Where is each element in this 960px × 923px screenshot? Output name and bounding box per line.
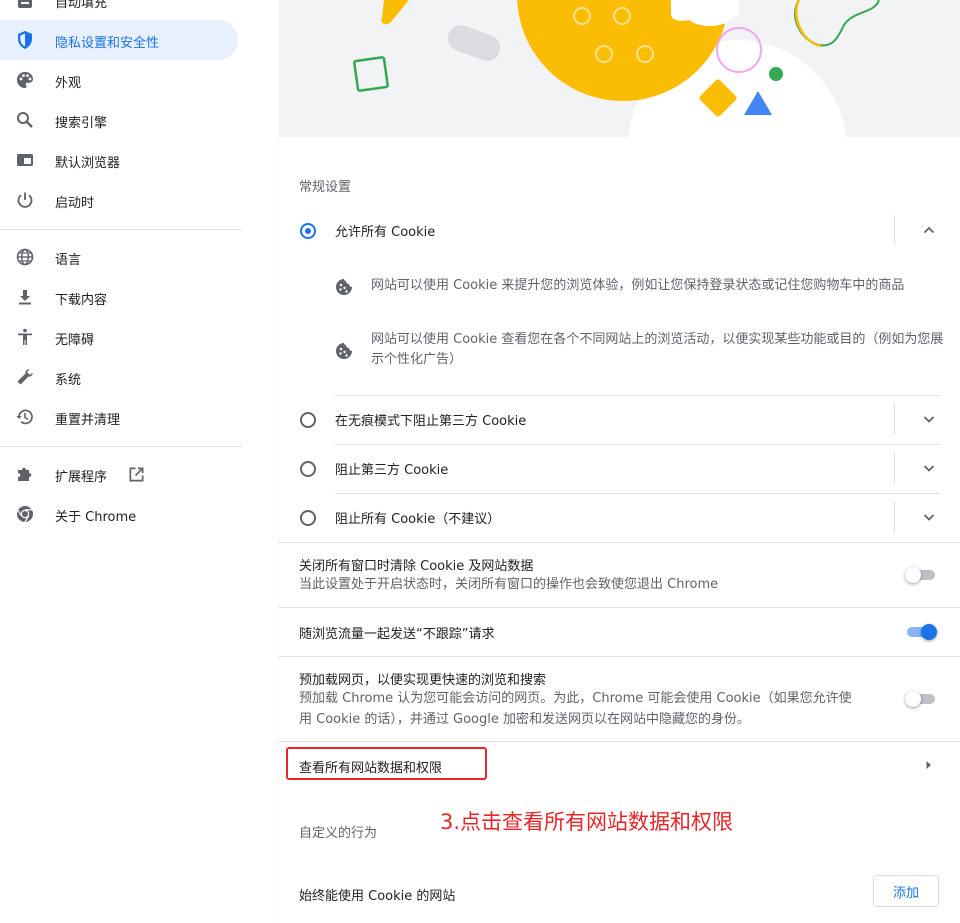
chevron-down-icon[interactable] — [920, 459, 938, 477]
sidebar-item-label: 隐私设置和安全性 — [55, 36, 160, 51]
sidebar-item-label: 默认浏览器 — [55, 156, 121, 171]
separator — [894, 404, 895, 434]
sidebar-item-default-browser[interactable]: 默认浏览器 — [0, 140, 238, 180]
sidebar-item-downloads[interactable]: 下载内容 — [0, 277, 238, 317]
radio-label: 在无痕模式下阻止第三方 Cookie — [335, 414, 527, 429]
sidebar-item-label: 语言 — [55, 253, 82, 268]
sidebar-item-languages[interactable]: 语言 — [0, 237, 238, 277]
chevron-up-icon[interactable] — [920, 221, 938, 239]
accessibility-icon — [18, 328, 32, 345]
chevron-down-icon[interactable] — [920, 410, 938, 428]
radio-block-third-party[interactable]: 阻止第三方 Cookie — [279, 444, 960, 492]
sidebar-item-privacy[interactable]: 隐私设置和安全性 — [0, 20, 238, 60]
puzzle-icon — [18, 467, 32, 481]
detail-text: 网站可以使用 Cookie 查看您在各个不同网站上的浏览活动，以便实现某些功能或… — [371, 332, 944, 367]
custom-behavior-title: 自定义的行为 — [299, 826, 378, 841]
radio-block-third-party-incognito[interactable]: 在无痕模式下阻止第三方 Cookie — [279, 395, 960, 443]
sidebar-item-autofill[interactable]: 自动填充 — [0, 0, 238, 20]
sidebar-item-label: 关于 Chrome — [55, 510, 137, 525]
power-icon — [17, 192, 33, 208]
sidebar-divider — [0, 446, 242, 447]
do-not-track-toggle[interactable] — [905, 624, 937, 640]
sidebar-item-label: 下载内容 — [55, 293, 108, 308]
preload-pages-toggle[interactable] — [905, 691, 937, 707]
sidebar-item-system[interactable]: 系统 — [0, 357, 238, 397]
browser-window-icon — [17, 154, 33, 166]
sidebar-item-appearance[interactable]: 外观 — [0, 60, 238, 100]
setting-subtitle: 预加载 Chrome 认为您可能会访问的网页。为此，Chrome 可能会使用 C… — [299, 691, 852, 727]
sidebar-item-label: 自动填充 — [55, 0, 108, 11]
sidebar-item-on-startup[interactable]: 启动时 — [0, 180, 238, 220]
sidebar-item-reset[interactable]: 重置并清理 — [0, 397, 238, 437]
sidebar-item-accessibility[interactable]: 无障碍 — [0, 317, 238, 357]
cookie-icon — [336, 343, 352, 359]
add-site-button[interactable]: 添加 — [873, 875, 939, 907]
cookie-icon — [336, 279, 352, 295]
sidebar-item-search-engine[interactable]: 搜索引擎 — [0, 100, 238, 140]
always-allow-label: 始终能使用 Cookie 的网站 — [299, 889, 456, 904]
cookie-illustration-banner — [279, 0, 960, 137]
radio-button[interactable] — [300, 510, 316, 526]
search-icon — [17, 112, 33, 128]
cookie-illustration — [353, 0, 880, 137]
sidebar-item-extensions[interactable]: 扩展程序 — [0, 454, 238, 494]
setting-title: 关闭所有窗口时清除 Cookie 及网站数据 — [299, 559, 534, 574]
sidebar-item-label: 搜索引擎 — [55, 116, 108, 131]
main-panel: 常规设置 允许所有 Cookie 网站可以使用 Cookie 来提升您的浏览体验… — [279, 0, 960, 923]
clear-cookies-toggle[interactable] — [905, 567, 937, 583]
radio-button[interactable] — [300, 412, 316, 428]
download-icon — [19, 290, 31, 305]
setting-title: 预加载网页，以便实现更快速的浏览和搜索 — [299, 673, 547, 688]
sidebar: 自动填充 隐私设置和安全性 外观 搜索引擎 默认浏览器 启动时 语言 下载内容 … — [0, 0, 278, 923]
globe-icon — [16, 248, 34, 266]
clipboard-icon — [18, 0, 32, 8]
arrow-right-icon — [926, 761, 931, 769]
sidebar-item-label: 扩展程序 — [55, 470, 108, 485]
palette-icon — [17, 72, 33, 88]
separator — [894, 502, 895, 532]
sidebar-item-label: 系统 — [55, 373, 82, 388]
separator — [894, 215, 895, 245]
sidebar-item-label: 外观 — [55, 76, 82, 91]
setting-title: 随浏览流量一起发送“不跟踪”请求 — [299, 627, 495, 642]
do-not-track-row: 随浏览流量一起发送“不跟踪”请求 — [279, 608, 960, 656]
highlight-box — [286, 747, 487, 780]
history-icon — [16, 409, 33, 425]
radio-label: 阻止所有 Cookie（不建议） — [335, 512, 501, 527]
detail-text: 网站可以使用 Cookie 来提升您的浏览体验，例如让您保持登录状态或记住您购物… — [371, 278, 905, 293]
wrench-icon — [17, 369, 33, 385]
sidebar-item-about-chrome[interactable]: 关于 Chrome — [0, 494, 238, 534]
radio-label: 允许所有 Cookie — [335, 225, 436, 240]
annotation-text: 3.点击查看所有网站数据和权限 — [440, 810, 734, 834]
radio-button[interactable] — [300, 461, 316, 477]
chevron-down-icon[interactable] — [920, 508, 938, 526]
radio-label: 阻止第三方 Cookie — [335, 463, 449, 478]
shield-icon — [18, 31, 32, 49]
sidebar-item-label: 启动时 — [55, 196, 95, 211]
radio-allow-all-cookies[interactable]: 允许所有 Cookie — [279, 206, 960, 254]
sidebar-item-label: 重置并清理 — [55, 413, 121, 428]
clear-cookies-on-close-row: 关闭所有窗口时清除 Cookie 及网站数据 当此设置处于开启状态时，关闭所有窗… — [279, 543, 960, 607]
sidebar-divider — [0, 229, 242, 230]
radio-button-selected[interactable] — [300, 223, 316, 239]
preload-pages-row: 预加载网页，以便实现更快速的浏览和搜索 预加载 Chrome 认为您可能会访问的… — [279, 657, 960, 741]
setting-subtitle: 当此设置处于开启状态时，关闭所有窗口的操作也会致使您退出 Chrome — [299, 577, 719, 592]
general-settings-title: 常规设置 — [299, 180, 352, 195]
chrome-logo-icon — [17, 506, 33, 523]
separator — [894, 453, 895, 483]
sidebar-item-label: 无障碍 — [55, 333, 95, 348]
open-in-new-icon — [129, 467, 144, 482]
radio-block-all-cookies[interactable]: 阻止所有 Cookie（不建议） — [279, 493, 960, 541]
